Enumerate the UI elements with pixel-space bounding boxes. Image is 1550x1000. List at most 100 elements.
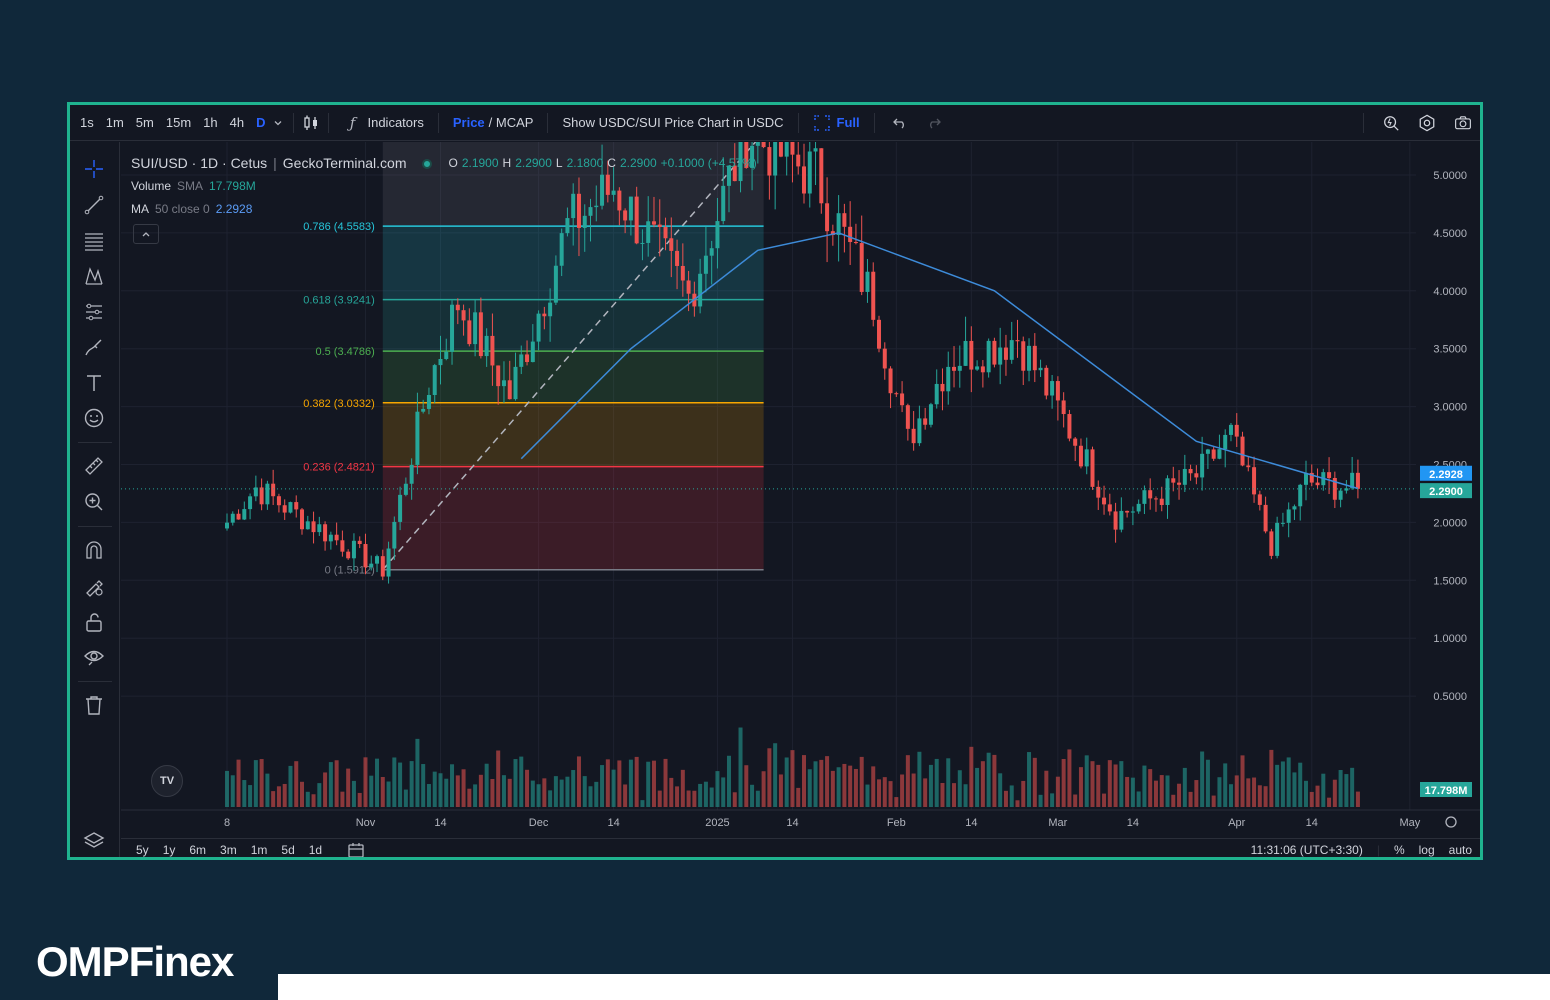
volume-bar (1338, 770, 1343, 807)
candle-body (1355, 472, 1360, 489)
auto-toggle[interactable]: auto (1449, 843, 1472, 857)
zoom-in-icon[interactable] (81, 489, 107, 515)
candle-body (473, 312, 478, 345)
range-1d[interactable]: 1d (302, 843, 329, 857)
price-toggle[interactable]: Price (453, 115, 485, 130)
ruler-icon[interactable] (81, 453, 107, 479)
volume-bar (1177, 783, 1182, 807)
volume-bar (1003, 790, 1008, 807)
price-tick-label: 0.5000 (1433, 691, 1467, 703)
candle-body (755, 142, 760, 146)
volume-bar (819, 759, 824, 807)
range-3m[interactable]: 3m (213, 843, 244, 857)
settings-icon[interactable] (1418, 114, 1436, 132)
chart-canvas[interactable]: 1 (5.3661)0.786 (4.5583)0.618 (3.9241)0.… (121, 142, 1480, 838)
candle-body (952, 366, 957, 371)
timeframe-15m[interactable]: 15m (160, 105, 197, 141)
tradingview-logo[interactable]: TV (151, 765, 183, 797)
footer-bar (278, 974, 1550, 1000)
timeframe-5m[interactable]: 5m (130, 105, 160, 141)
volume-bar (519, 756, 524, 807)
candle-body (559, 233, 564, 266)
crosshair-icon[interactable] (81, 156, 107, 182)
volume-bar (1298, 762, 1303, 807)
emoji-icon[interactable] (81, 405, 107, 431)
log-toggle[interactable]: log (1419, 843, 1435, 857)
indicators-button[interactable]: ƒ Indicators (337, 105, 429, 141)
unlock-icon[interactable] (81, 609, 107, 635)
volume-bar (294, 761, 299, 807)
volume-bar (242, 780, 247, 807)
candle-style-icon[interactable] (302, 114, 320, 132)
layers-icon[interactable] (81, 828, 107, 854)
volume-bar (351, 780, 356, 807)
fullscreen-button[interactable]: Full (807, 105, 866, 141)
range-1m[interactable]: 1m (244, 843, 275, 857)
timeframe-D[interactable]: D (250, 105, 271, 141)
candle-body (657, 224, 662, 227)
range-5d[interactable]: 5d (274, 843, 301, 857)
volume-bar (830, 770, 835, 807)
trash-icon[interactable] (81, 692, 107, 718)
volume-bar (1142, 765, 1147, 807)
candle-body (392, 521, 397, 549)
chart-pane[interactable]: 1 (5.3661)0.786 (4.5583)0.618 (3.9241)0.… (121, 142, 1480, 857)
mcap-toggle[interactable]: / MCAP (489, 115, 534, 130)
camera-icon[interactable] (1454, 114, 1472, 132)
text-icon[interactable] (81, 370, 107, 396)
candle-body (790, 142, 795, 155)
candle-body (1119, 510, 1124, 530)
chart-widget: 1s 1m 5m 15m 1h 4h D ƒ Indicators Price / MCAP… (67, 102, 1483, 860)
show-usdc-button[interactable]: Show USDC/SUI Price Chart in USDC (556, 105, 789, 141)
volume-bar (1188, 791, 1193, 807)
brush-icon[interactable] (81, 334, 107, 360)
fib-levels-icon[interactable] (81, 228, 107, 254)
volume-bar (300, 781, 305, 807)
volume-bar (1090, 761, 1095, 807)
brand-logo: OMPFinex (36, 938, 234, 986)
pattern-icon[interactable] (81, 263, 107, 289)
range-5y[interactable]: 5y (129, 843, 156, 857)
prediction-icon[interactable] (81, 299, 107, 325)
trend-line-icon[interactable] (81, 192, 107, 218)
candle-body (859, 243, 864, 292)
candle-body (698, 273, 703, 307)
volume-bar (784, 757, 789, 807)
volume-bar (1355, 791, 1360, 807)
candle-body (1286, 509, 1291, 523)
calendar-icon[interactable] (347, 841, 365, 857)
collapse-legend-button[interactable] (133, 224, 159, 244)
volume-bar (986, 752, 991, 807)
redo-icon[interactable] (925, 114, 943, 132)
candle-body (957, 365, 962, 371)
volume-bar (1061, 758, 1066, 807)
volume-bar (686, 790, 691, 807)
timeframe-1h[interactable]: 1h (197, 105, 223, 141)
candle-body (501, 380, 506, 387)
timeframe-1m[interactable]: 1m (100, 105, 130, 141)
range-6m[interactable]: 6m (182, 843, 213, 857)
lock-drawing-icon[interactable] (81, 573, 107, 599)
symbol-title[interactable]: SUI/USD · 1D · Cetus (131, 152, 267, 175)
candle-body (865, 271, 870, 292)
candle-body (496, 365, 501, 387)
eye-icon[interactable] (81, 644, 107, 670)
clock[interactable]: 11:31:06 (UTC+3:30) (1251, 843, 1363, 857)
volume-legend[interactable]: Volume SMA 17.798M (131, 175, 757, 198)
magnet-icon[interactable] (81, 537, 107, 563)
timeframe-4h[interactable]: 4h (224, 105, 250, 141)
candle-body (715, 221, 720, 249)
candle-body (651, 221, 656, 225)
ma-legend[interactable]: MA 50 close 0 2.2928 (131, 198, 757, 221)
range-1y[interactable]: 1y (156, 843, 183, 857)
candle-body (490, 335, 495, 366)
volume-bar (773, 743, 778, 807)
candle-body (640, 242, 645, 244)
undo-icon[interactable] (891, 114, 909, 132)
quick-search-icon[interactable] (1382, 114, 1400, 132)
chevron-down-icon[interactable] (271, 114, 285, 132)
candle-body (1228, 424, 1233, 435)
price-mcap-toggle[interactable]: Price / MCAP (447, 105, 540, 141)
percent-toggle[interactable]: % (1394, 843, 1405, 857)
timeframe-1s[interactable]: 1s (74, 105, 100, 141)
